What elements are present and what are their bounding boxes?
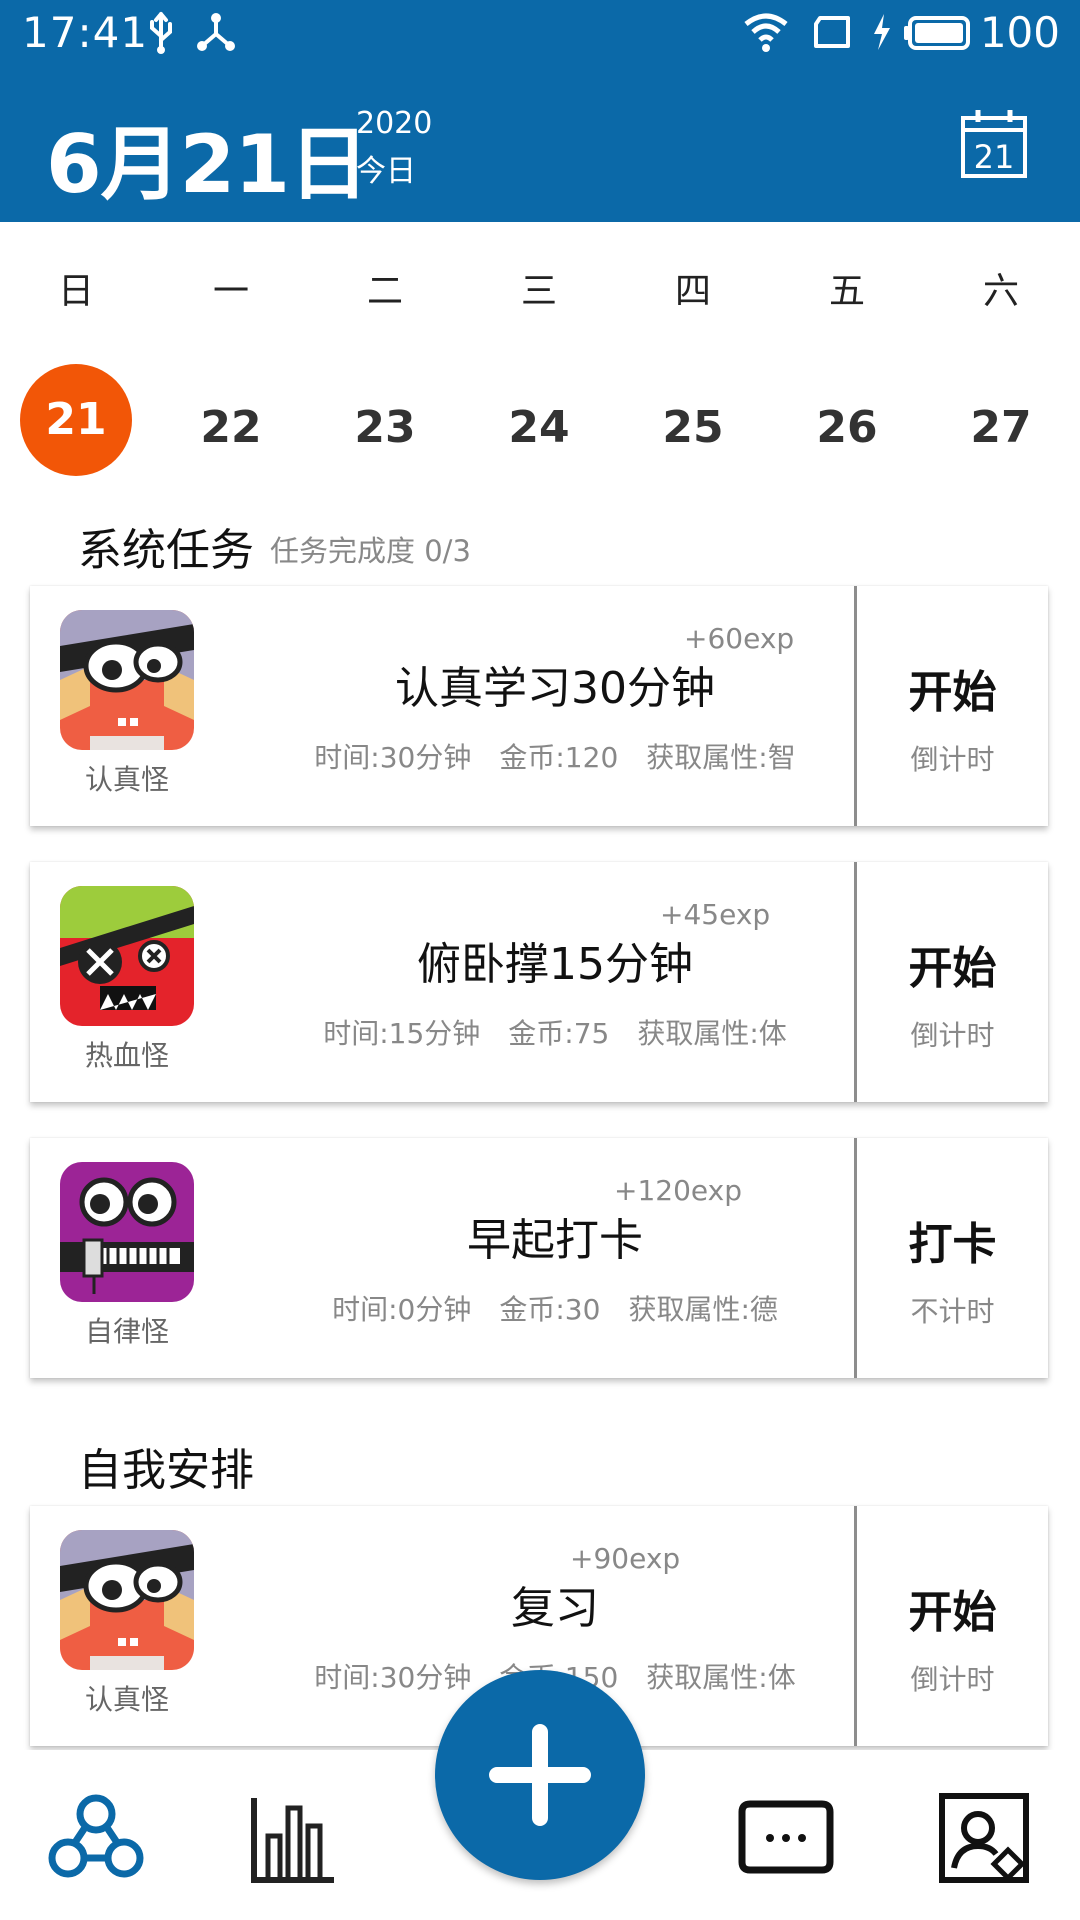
start-button[interactable]: 开始 倒计时 [857, 862, 1048, 1102]
task-meta: 时间:15分钟 金币:75 获取属性:体 [210, 1012, 900, 1052]
task-progress: 任务完成度 0/3 [270, 534, 471, 568]
task-coins: 金币:30 [499, 1293, 601, 1326]
self-arrange-title: 自我安排 [78, 1445, 254, 1496]
nav-home[interactable] [46, 1788, 146, 1888]
nav-profile[interactable] [934, 1788, 1034, 1888]
message-icon [738, 1800, 834, 1874]
current-year: 2020 [356, 106, 433, 141]
task-attribute: 获取属性:智 [646, 741, 796, 774]
today-label: 今日 [356, 154, 416, 189]
task-title: 俯卧撑15分钟 [417, 939, 693, 990]
add-button[interactable] [435, 1670, 645, 1880]
task-meta: 时间:30分钟 金币:120 获取属性:智 [210, 736, 900, 776]
task-time: 时间:30分钟 [314, 741, 472, 774]
day-item[interactable]: 25 [633, 402, 753, 453]
hot-blooded-monster-icon [60, 886, 194, 1026]
avatar-name: 认真怪 [84, 763, 169, 796]
task-title: 早起打卡 [467, 1215, 643, 1266]
task-exp: +120exp [614, 1174, 742, 1207]
weekday-label: 二 [366, 271, 403, 312]
usb-icon [150, 12, 172, 54]
action-label: 打卡 [908, 1219, 997, 1270]
calendar-button[interactable]: 21 [960, 108, 1028, 180]
weekday-label: 四 [674, 271, 711, 312]
app-header: 17:41 100 6月21日 2020 今日 21 [0, 0, 1080, 222]
avatar-name: 认真怪 [84, 1683, 169, 1716]
calendar-icon: 21 [961, 110, 1027, 178]
action-label: 开始 [908, 943, 997, 994]
task-card[interactable]: 热血怪 俯卧撑15分钟 +45exp 时间:15分钟 金币:75 获取属性:体 开始… [30, 862, 1048, 1102]
weekday-label: 一 [212, 271, 249, 312]
day-selected[interactable]: 21 [20, 364, 132, 476]
battery-level: 100 [979, 8, 1060, 57]
status-time: 17:41 [22, 8, 149, 57]
day-item[interactable]: 22 [171, 402, 291, 453]
task-exp: +60exp [684, 622, 795, 655]
weekday-label: 日 [57, 271, 94, 312]
task-time: 时间:15分钟 [323, 1017, 481, 1050]
day-item[interactable]: 23 [325, 402, 445, 453]
day-item[interactable]: 24 [479, 402, 599, 453]
wifi-icon [744, 13, 788, 52]
task-attribute: 获取属性:体 [646, 1661, 796, 1694]
start-button[interactable]: 开始 倒计时 [857, 1506, 1048, 1746]
share-icon [197, 13, 235, 51]
weekday-label: 三 [520, 271, 557, 312]
action-label: 开始 [908, 1587, 997, 1638]
task-card[interactable]: 自律怪 早起打卡 +120exp 时间:0分钟 金币:30 获取属性:德 打卡 不计… [30, 1138, 1048, 1378]
weekday-row: 日 一 二 三 四 五 六 [0, 262, 1080, 312]
profile-card-icon [939, 1793, 1029, 1883]
check-in-button[interactable]: 打卡 不计时 [857, 1138, 1048, 1378]
system-tasks-title: 系统任务 [78, 525, 254, 576]
day-number-row: 21 22 23 24 25 26 27 [0, 364, 1080, 476]
task-meta: 时间:0分钟 金币:30 获取属性:德 [210, 1288, 900, 1328]
action-sub-label: 倒计时 [910, 1663, 995, 1696]
nav-messages[interactable] [736, 1788, 836, 1888]
day-item[interactable]: 26 [787, 402, 907, 453]
calendar-day-number: 21 [974, 138, 1015, 176]
action-sub-label: 不计时 [910, 1295, 995, 1328]
self-discipline-monster-icon [60, 1162, 194, 1302]
action-label: 开始 [908, 667, 997, 718]
task-exp: +45exp [660, 898, 771, 931]
task-coins: 金币:75 [508, 1017, 610, 1050]
status-bar: 17:41 100 [0, 0, 1080, 66]
task-title: 认真学习30分钟 [395, 663, 715, 714]
weekday-label: 六 [982, 271, 1019, 312]
home-network-icon [48, 1794, 144, 1878]
nav-stats[interactable] [244, 1788, 344, 1888]
stats-chart-icon [251, 1798, 334, 1883]
battery-icon [904, 16, 970, 50]
avatar-name: 热血怪 [84, 1039, 169, 1072]
action-sub-label: 倒计时 [910, 1019, 995, 1052]
weekday-label: 五 [828, 271, 865, 312]
task-attribute: 获取属性:体 [637, 1017, 787, 1050]
serious-monster-icon [60, 610, 194, 750]
day-item[interactable]: 27 [941, 402, 1061, 453]
avatar-name: 自律怪 [84, 1315, 169, 1348]
task-coins: 金币:120 [499, 741, 619, 774]
current-date: 6月21日 [46, 118, 369, 211]
start-button[interactable]: 开始 倒计时 [857, 586, 1048, 826]
sim-icon [814, 16, 850, 48]
action-sub-label: 倒计时 [910, 743, 995, 776]
task-title: 复习 [511, 1583, 599, 1634]
task-card[interactable]: 认真怪 认真学习30分钟 +60exp 时间:30分钟 金币:120 获取属性:智 … [30, 586, 1048, 826]
task-attribute: 获取属性:德 [628, 1293, 778, 1326]
serious-monster-icon [60, 1530, 194, 1670]
task-time: 时间:0分钟 [332, 1293, 472, 1326]
task-exp: +90exp [570, 1542, 681, 1575]
add-icon [489, 1724, 591, 1826]
charging-icon [874, 14, 890, 50]
